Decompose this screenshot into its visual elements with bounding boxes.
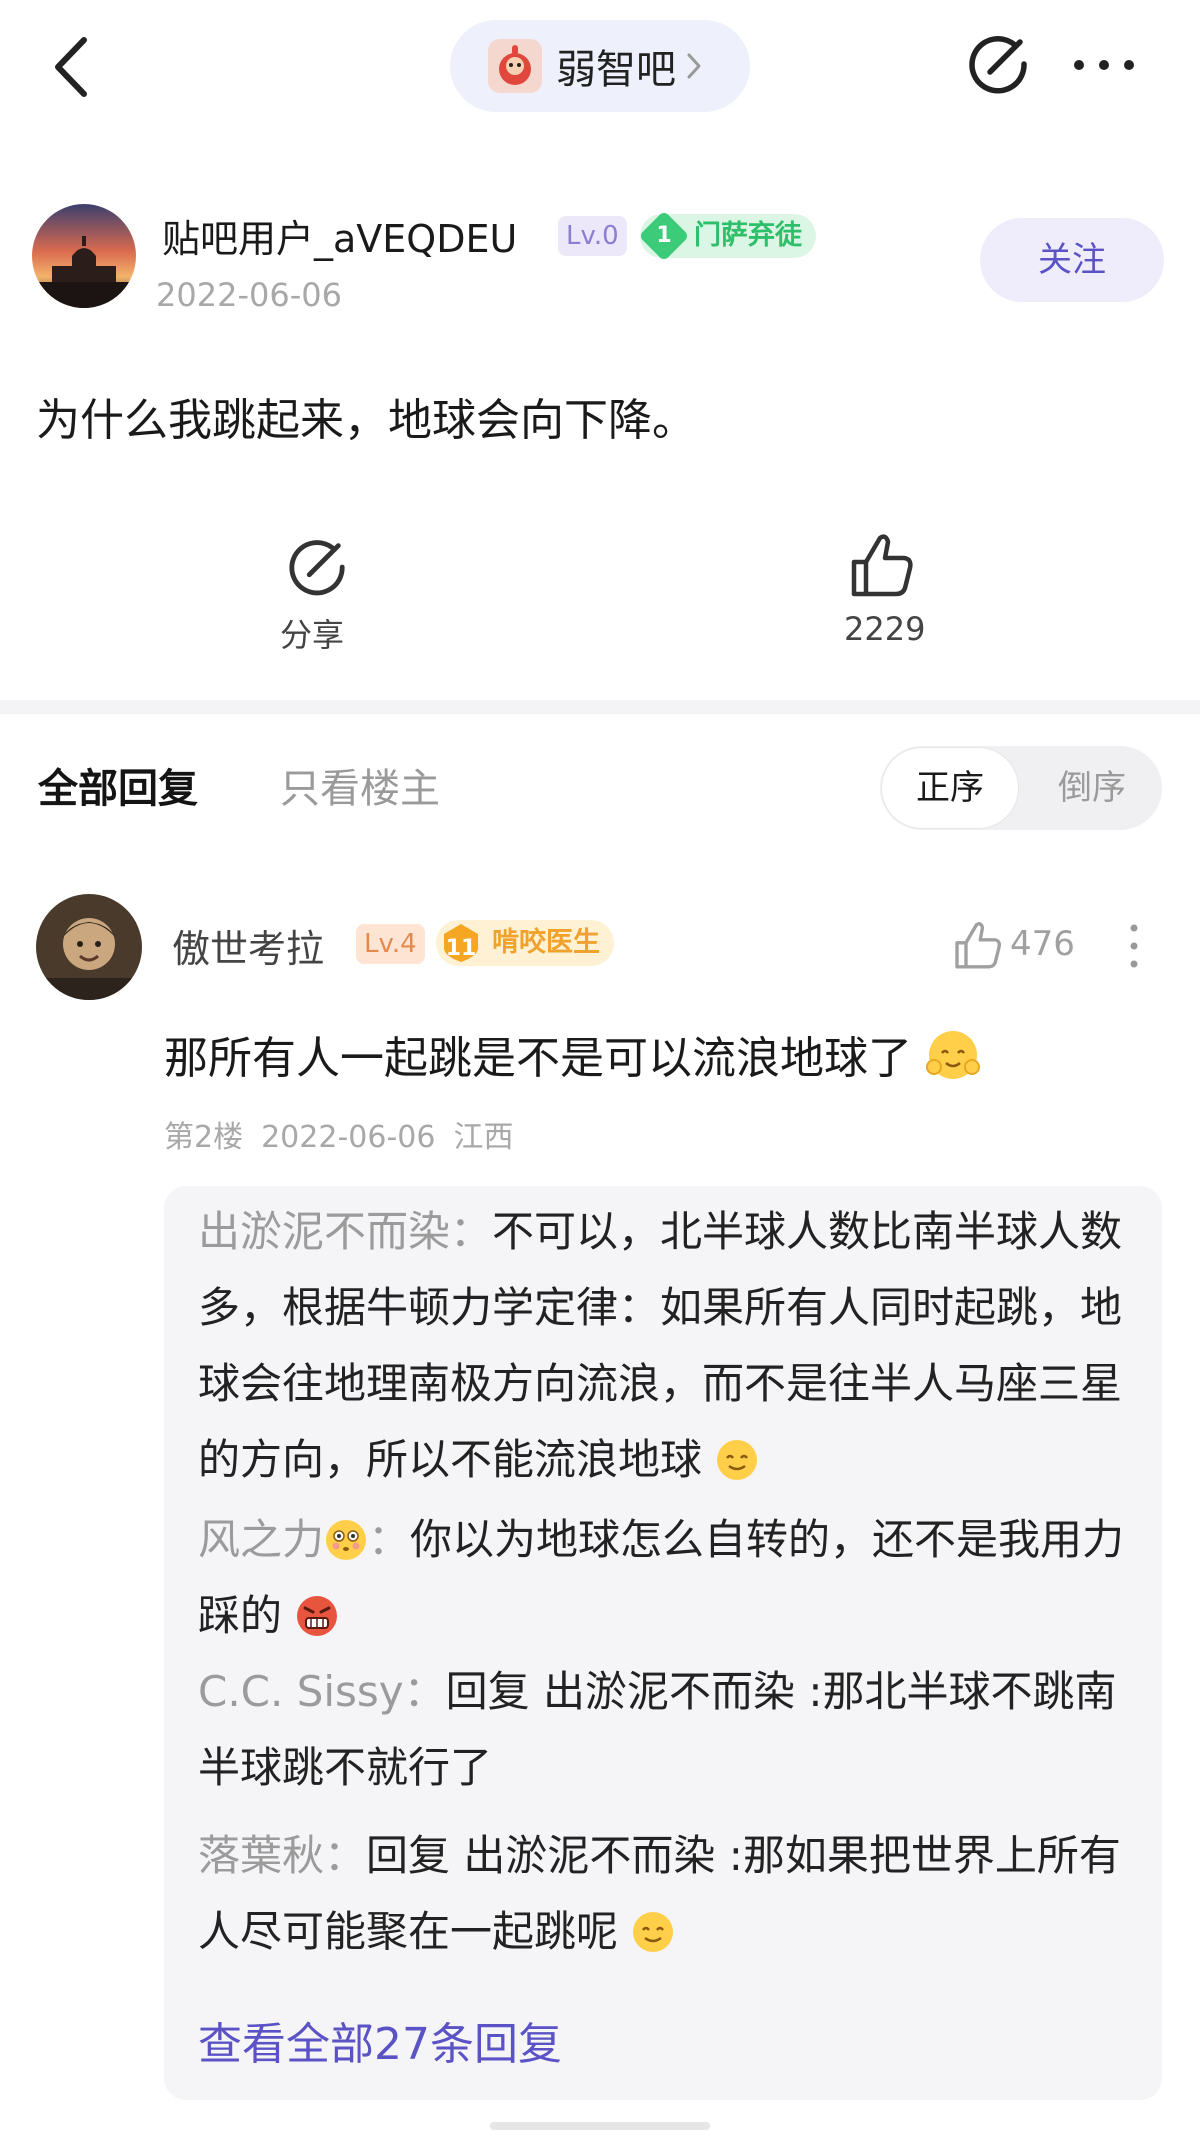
angry-emoji-icon [297, 1596, 338, 1636]
chevron-right-icon [687, 53, 701, 79]
forum-avatar [488, 39, 542, 93]
tab-op-only[interactable]: 只看楼主 [280, 756, 440, 814]
back-icon[interactable] [52, 36, 92, 98]
fan-title: 门萨弃徒 [694, 220, 802, 251]
section-divider [0, 700, 1200, 714]
smile-emoji-icon [633, 1912, 674, 1952]
comment-like-count: 476 [1010, 924, 1075, 964]
fan-level-icon: 1 [638, 210, 690, 262]
reply-user[interactable]: 出淤泥不而染 [198, 1207, 450, 1256]
reply-user[interactable]: 风之力 [198, 1515, 324, 1564]
tab-all-replies[interactable]: 全部回复 [38, 756, 198, 814]
fan-badge: 11 啃咬医生 [436, 920, 614, 966]
smile-emoji-icon [926, 1031, 980, 1079]
replies-box[interactable]: 出淤泥不而染：不可以，北半球人数比南半球人数多，根据牛顿力学定律：如果所有人同时… [164, 1186, 1162, 2100]
fan-badge: 1 门萨弃徒 [638, 210, 816, 262]
reply-item[interactable]: 落葉秋：回复 出淤泥不而染 :那如果把世界上所有人尽可能聚在一起跳呢 [198, 1818, 1138, 1970]
reply-user[interactable]: 落葉秋 [198, 1831, 324, 1880]
reply-item[interactable]: 风之力 ：你以为地球怎么自转的，还不是我用力踩的 [198, 1502, 1138, 1654]
view-all-replies-link[interactable]: 查看全部27条回复 [198, 2008, 562, 2072]
fan-level-icon: 11 [440, 922, 482, 964]
share-label[interactable]: 分享 [280, 610, 344, 656]
comment-location: 江西 [453, 1120, 514, 1155]
avatar[interactable] [32, 204, 136, 308]
reply-item[interactable]: 出淤泥不而染：不可以，北半球人数比南半球人数多，根据牛顿力学定律：如果所有人同时… [198, 1194, 1138, 1498]
reply-item[interactable]: C.C. Sissy：回复 出淤泥不而染 :那北半球不跳南半球跳不就行了 [198, 1654, 1138, 1806]
like-count: 2229 [844, 610, 926, 648]
follow-button[interactable]: 关注 [980, 218, 1164, 302]
comment-meta: 第2楼 2022-06-06 江西 [164, 1112, 531, 1156]
level-badge: Lv.4 [356, 924, 425, 964]
level-badge: Lv.0 [558, 216, 627, 256]
flushed-emoji-icon [326, 1520, 367, 1560]
sort-asc-button[interactable]: 正序 [882, 748, 1018, 828]
share-icon[interactable] [286, 536, 348, 598]
share-icon[interactable] [966, 32, 1030, 96]
post-date: 2022-06-06 [156, 276, 342, 314]
comment-text: 那所有人一起跳是不是可以流浪地球了 [164, 1022, 982, 1086]
commenter-name[interactable]: 傲世考拉 [172, 918, 324, 973]
forum-pill[interactable]: 弱智吧 [450, 20, 750, 112]
reply-user[interactable]: C.C. Sissy [198, 1667, 404, 1716]
home-indicator[interactable] [490, 2122, 710, 2130]
forum-name: 弱智吧 [556, 47, 676, 93]
comment-date: 2022-06-06 [261, 1120, 436, 1155]
thumb-up-icon[interactable] [954, 920, 1002, 970]
floor-number: 第2楼 [164, 1120, 244, 1155]
more-vertical-icon[interactable] [1130, 924, 1138, 968]
sort-toggle: 正序 倒序 [880, 746, 1162, 830]
thumb-up-icon[interactable] [850, 532, 914, 598]
fan-title: 啃咬医生 [492, 927, 600, 958]
author-name[interactable]: 贴吧用户_aVEQDEU [162, 208, 517, 263]
sort-desc-button[interactable]: 倒序 [1024, 748, 1160, 828]
more-icon[interactable] [1072, 58, 1136, 72]
post-text: 为什么我跳起来，地球会向下降。 [36, 395, 696, 446]
avatar[interactable] [36, 894, 142, 1000]
smile-emoji-icon [717, 1440, 758, 1480]
